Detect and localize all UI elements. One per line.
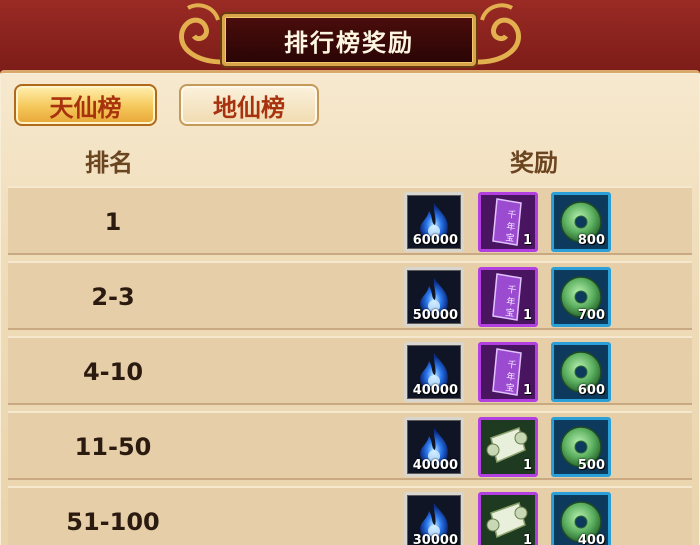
item-count: 50000 bbox=[412, 308, 458, 323]
blue-flame-icon[interactable]: 40000 bbox=[404, 342, 464, 402]
reward-row: 51-100 30000 1 400 bbox=[8, 486, 692, 545]
purple-talisman-icon[interactable]: 千年宝1 bbox=[478, 267, 538, 327]
svg-text:千: 千 bbox=[507, 359, 517, 371]
reward-row: 4-10 40000 千年宝 1 600 bbox=[8, 336, 692, 405]
item-count: 60000 bbox=[412, 233, 458, 248]
reward-column-header: 奖励 bbox=[510, 149, 558, 177]
item-count: 1 bbox=[522, 458, 532, 473]
left-ornament-icon bbox=[179, 3, 224, 65]
blue-flame-icon[interactable]: 30000 bbox=[404, 492, 464, 545]
reward-row: 2-3 50000 千年宝 1 700 bbox=[8, 261, 692, 330]
purple-talisman-icon[interactable]: 千年宝1 bbox=[478, 342, 538, 402]
tab-tianxian[interactable]: 天仙榜 bbox=[14, 84, 157, 126]
item-count: 1 bbox=[522, 383, 532, 398]
rank-label: 4-10 bbox=[82, 358, 144, 386]
rank-label: 1 bbox=[104, 208, 122, 236]
rank-column-header: 排名 bbox=[85, 149, 133, 177]
reward-row: 1 60000 千年宝 1 800 bbox=[8, 186, 692, 255]
jade-disc-icon[interactable]: 500 bbox=[551, 417, 611, 477]
purple-talisman-icon[interactable]: 千年宝1 bbox=[478, 192, 538, 252]
item-count: 1 bbox=[522, 233, 532, 248]
item-count: 40000 bbox=[412, 383, 458, 398]
blue-flame-icon[interactable]: 50000 bbox=[404, 267, 464, 327]
scroll-icon[interactable]: 1 bbox=[478, 417, 538, 477]
item-count: 30000 bbox=[412, 533, 458, 545]
rank-label: 11-50 bbox=[74, 433, 152, 461]
jade-disc-icon[interactable]: 400 bbox=[551, 492, 611, 545]
svg-text:千: 千 bbox=[507, 209, 517, 221]
scroll-icon[interactable]: 1 bbox=[478, 492, 538, 545]
reward-window: 排行榜奖励 天仙榜 地仙榜 排名 奖励 1 60000 千年宝 1 800 2-3 5000… bbox=[0, 0, 700, 545]
jade-disc-icon[interactable]: 800 bbox=[551, 192, 611, 252]
rank-label: 51-100 bbox=[66, 508, 160, 536]
jade-disc-icon[interactable]: 600 bbox=[551, 342, 611, 402]
item-count: 800 bbox=[577, 233, 605, 248]
item-count: 600 bbox=[577, 383, 605, 398]
title-plaque: 排行榜奖励 bbox=[222, 14, 476, 66]
rank-label: 2-3 bbox=[91, 283, 135, 311]
item-count: 1 bbox=[522, 533, 532, 545]
page-title: 排行榜奖励 bbox=[284, 28, 414, 57]
svg-text:千: 千 bbox=[507, 284, 517, 296]
reward-row: 11-50 40000 1 500 bbox=[8, 411, 692, 480]
item-count: 500 bbox=[577, 458, 605, 473]
item-count: 400 bbox=[577, 533, 605, 545]
jade-disc-icon[interactable]: 700 bbox=[551, 267, 611, 327]
right-ornament-icon bbox=[476, 3, 521, 65]
item-count: 700 bbox=[577, 308, 605, 323]
item-count: 1 bbox=[522, 308, 532, 323]
item-count: 40000 bbox=[412, 458, 458, 473]
blue-flame-icon[interactable]: 40000 bbox=[404, 417, 464, 477]
blue-flame-icon[interactable]: 60000 bbox=[404, 192, 464, 252]
tab-dixian[interactable]: 地仙榜 bbox=[179, 84, 319, 126]
